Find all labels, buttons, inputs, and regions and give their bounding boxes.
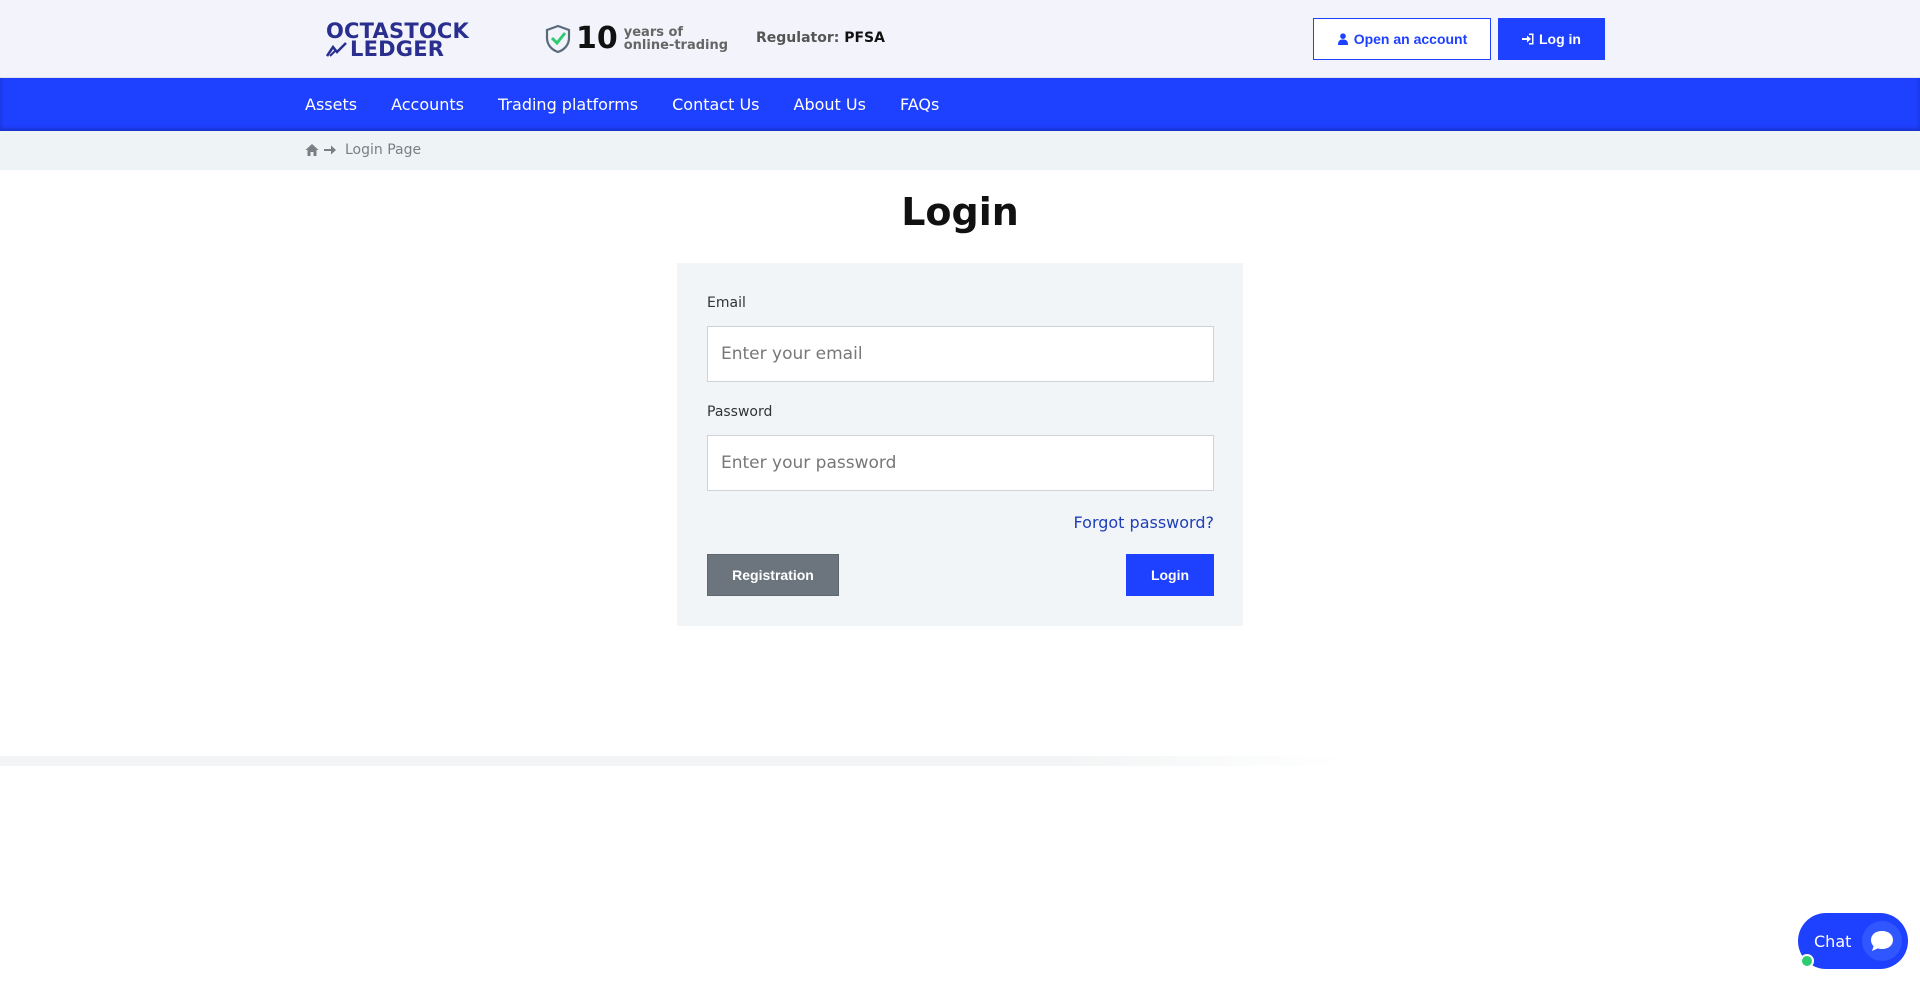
login-submit-button[interactable]: Login — [1126, 554, 1214, 596]
registration-button[interactable]: Registration — [707, 554, 839, 596]
header-login-label: Log in — [1539, 31, 1581, 47]
user-icon — [1337, 33, 1348, 45]
breadcrumb-current: Login Page — [345, 142, 422, 158]
nav-item-faqs[interactable]: FAQs — [900, 95, 939, 114]
sign-in-icon — [1522, 33, 1534, 45]
arrow-right-icon — [324, 145, 336, 155]
regulator-value: PFSA — [844, 30, 885, 46]
email-label: Email — [707, 295, 746, 311]
login-form: Email Password Forgot password? Registra… — [677, 263, 1243, 626]
regulator-label: Regulator: — [756, 30, 840, 46]
registration-label: Registration — [732, 567, 814, 583]
top-header: OCTASTOCK LEDGER 10 years of online-trad… — [0, 0, 1920, 78]
chat-widget-button[interactable]: Chat — [1798, 913, 1908, 969]
nav-item-contact-us[interactable]: Contact Us — [672, 95, 759, 114]
chat-bubble-icon — [1862, 921, 1902, 961]
years-caption: years of online-trading — [624, 26, 728, 52]
shield-check-icon — [545, 24, 571, 54]
chat-label: Chat — [1814, 931, 1852, 951]
breadcrumb: Login Page — [305, 142, 421, 158]
open-account-label: Open an account — [1353, 31, 1468, 47]
speech-bubble-icon — [1871, 931, 1893, 951]
open-account-button[interactable]: Open an account — [1313, 18, 1491, 60]
login-submit-label: Login — [1150, 567, 1190, 583]
brand-logo[interactable]: OCTASTOCK LEDGER — [326, 21, 476, 61]
email-field[interactable] — [707, 326, 1214, 382]
nav-item-trading-platforms[interactable]: Trading platforms — [498, 95, 638, 114]
experience-badge: 10 years of online-trading — [544, 22, 728, 56]
years-number: 10 — [576, 21, 618, 56]
header-login-button[interactable]: Log in — [1498, 18, 1605, 60]
forgot-password-link[interactable]: Forgot password? — [1074, 513, 1214, 532]
breadcrumb-bar: Login Page — [0, 131, 1920, 170]
page-title: Login — [901, 190, 1019, 234]
nav-item-assets[interactable]: Assets — [305, 95, 357, 114]
home-icon[interactable] — [305, 143, 319, 157]
nav-item-accounts[interactable]: Accounts — [391, 95, 464, 114]
nav-item-about-us[interactable]: About Us — [794, 95, 866, 114]
logo-line-2: LEDGER — [350, 37, 445, 61]
nav-items: Assets Accounts Trading platforms Contac… — [305, 78, 939, 131]
footer-divider — [0, 756, 1920, 766]
main-nav: Assets Accounts Trading platforms Contac… — [0, 78, 1920, 131]
password-field[interactable] — [707, 435, 1214, 491]
password-label: Password — [707, 404, 773, 420]
years-caption-line-2: online-trading — [623, 38, 729, 53]
regulator-info: Regulator: PFSA — [756, 30, 885, 46]
online-status-dot — [1800, 954, 1814, 968]
logo-chart-icon — [326, 42, 347, 57]
